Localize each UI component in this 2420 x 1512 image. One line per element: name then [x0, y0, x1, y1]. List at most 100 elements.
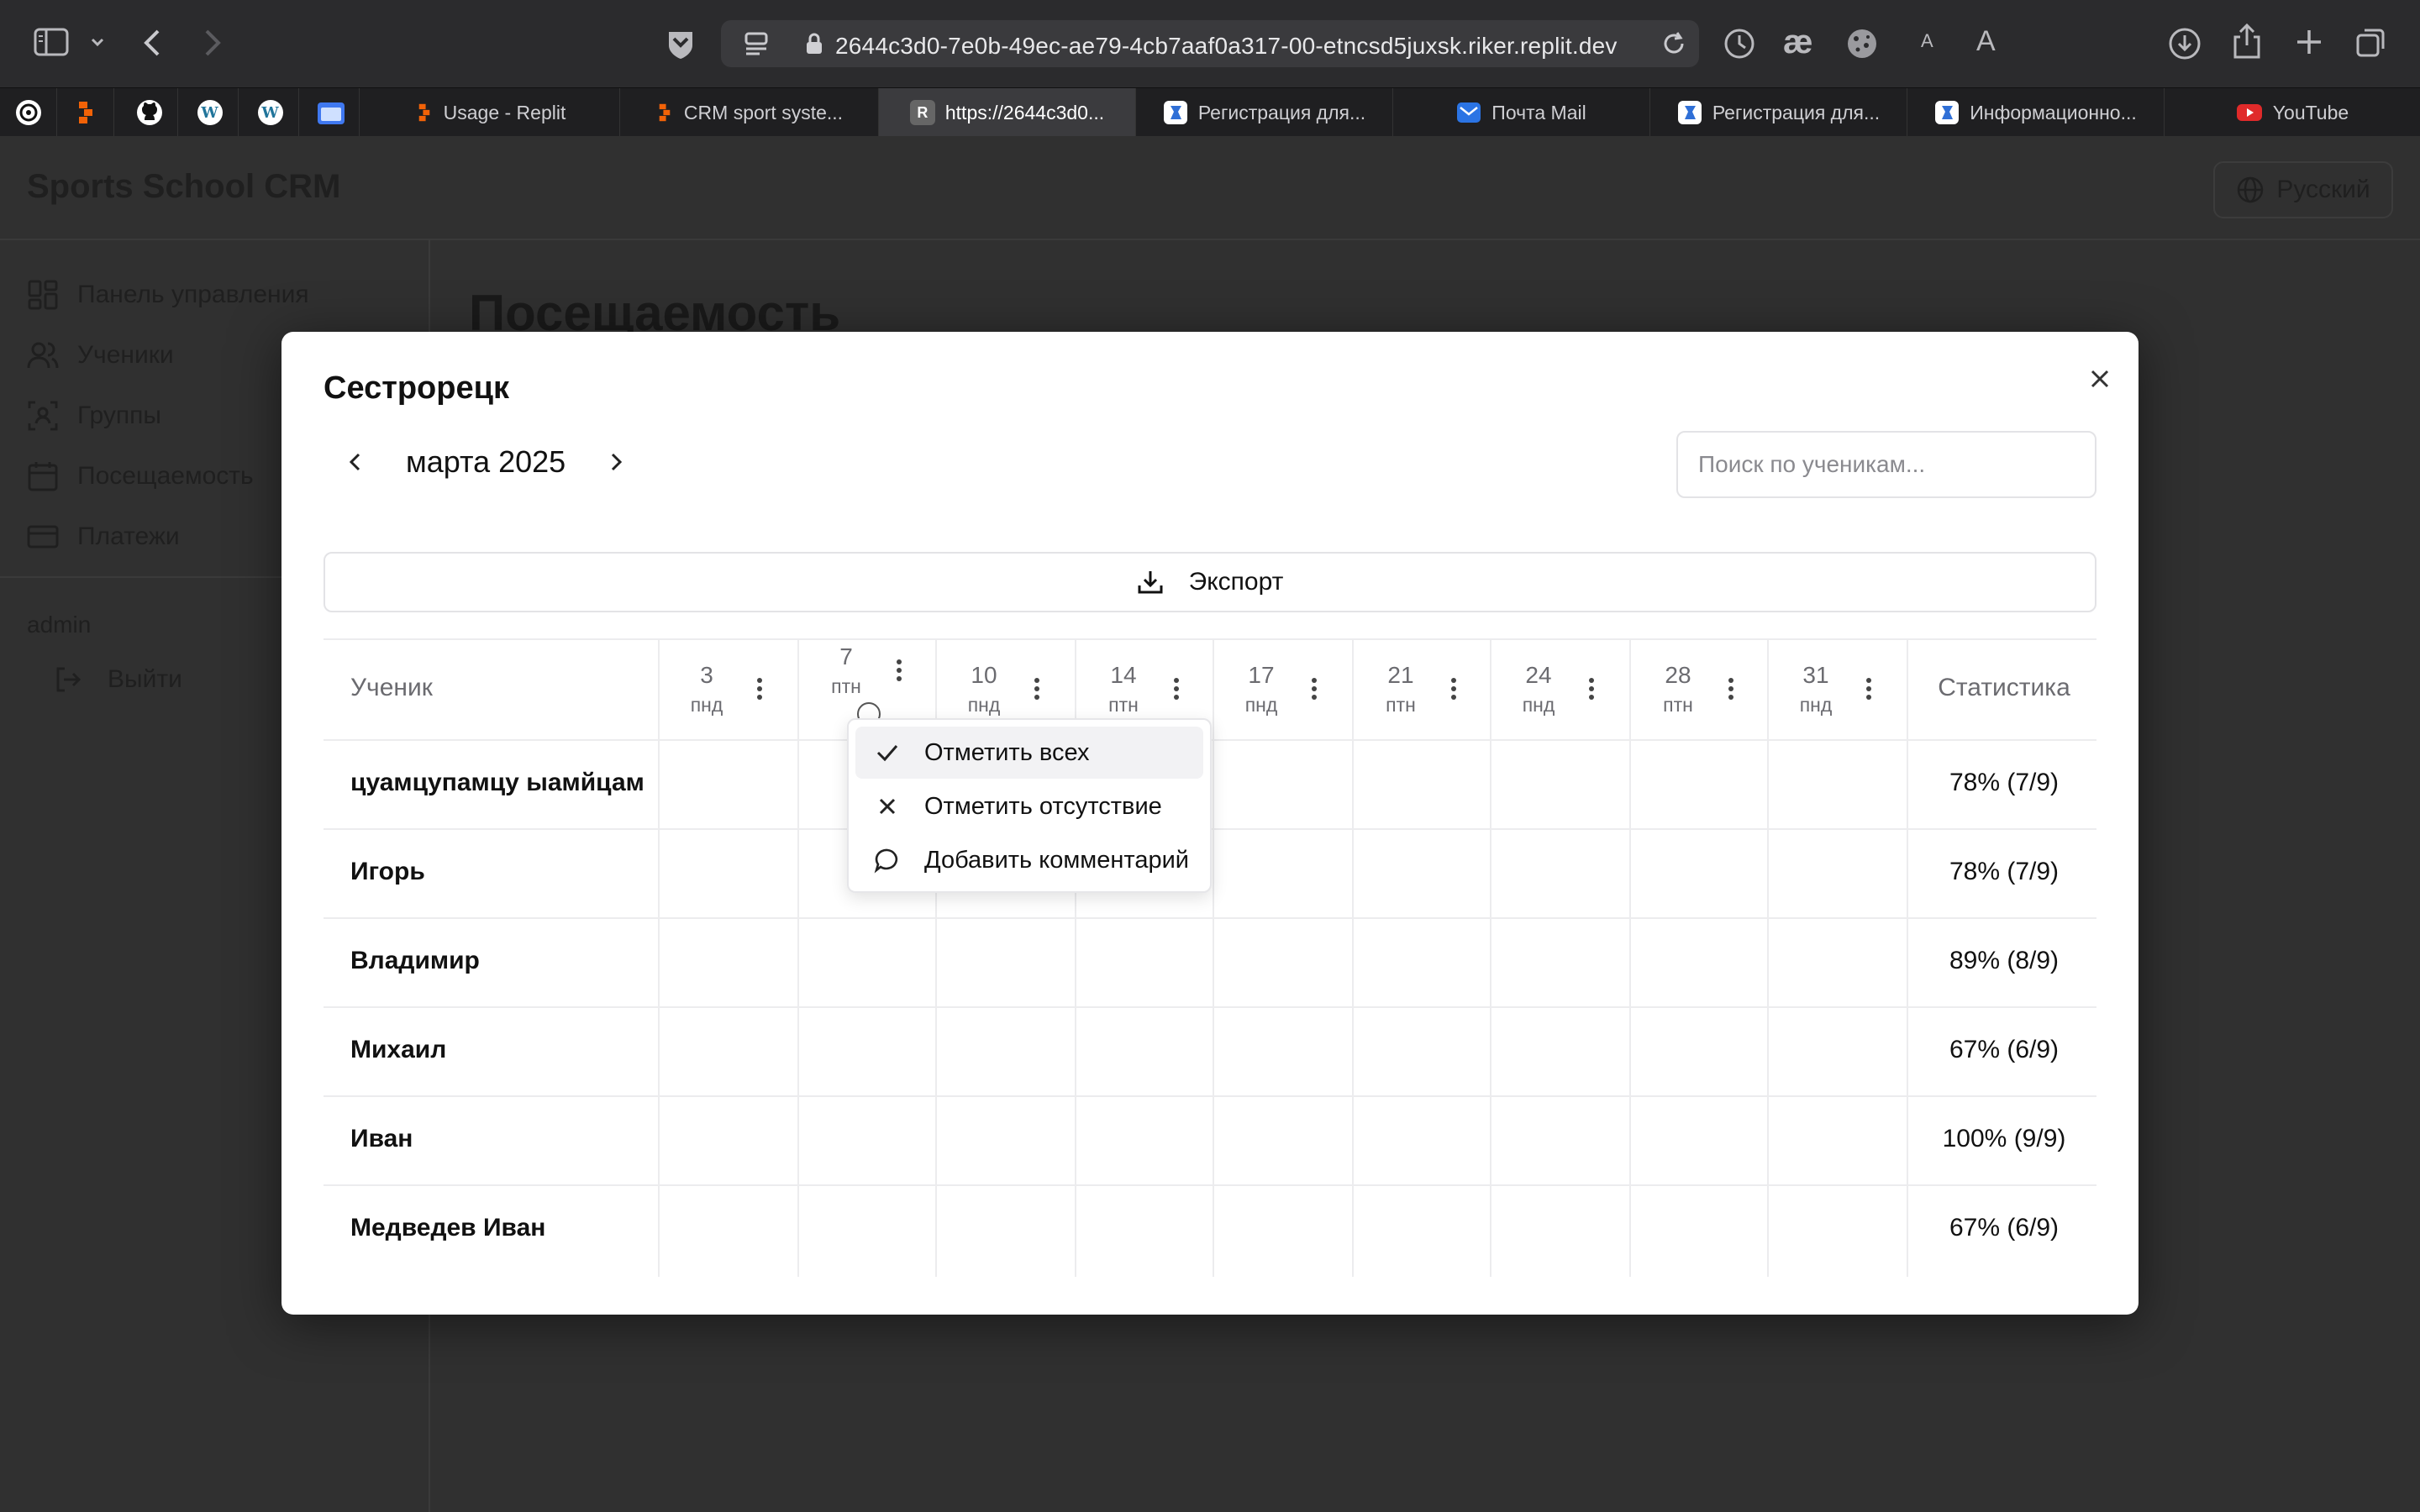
text-smaller-icon[interactable]: A [1921, 30, 1933, 52]
month-navigation: марта 2025 [340, 441, 631, 483]
lock-icon [805, 32, 823, 55]
day-number: 10 [971, 662, 997, 688]
app-header: Sports School CRM Русский [0, 136, 2420, 240]
day-menu-button[interactable] [1856, 670, 1881, 707]
day-column-header: 21 птн [1354, 638, 1491, 739]
day-number: 24 [1525, 662, 1552, 688]
close-button[interactable] [2080, 359, 2120, 399]
chevron-down-icon[interactable] [89, 34, 106, 50]
logout-button[interactable]: Выйти [54, 665, 182, 694]
pinned-tab-replit[interactable] [57, 88, 114, 137]
student-name: Владимир [350, 947, 480, 974]
reload-icon[interactable] [1660, 30, 1687, 57]
logout-label: Выйти [108, 665, 182, 693]
logout-icon [56, 667, 82, 692]
nav-item-dashboard[interactable]: Панель управления [27, 274, 309, 316]
brand-title: Sports School CRM [27, 168, 341, 205]
tab-mail[interactable]: Почта Mail [1393, 88, 1650, 137]
replit-icon [78, 102, 92, 123]
download-icon[interactable] [2168, 27, 2202, 60]
nav-item-attendance[interactable]: Посещаемость [27, 455, 254, 497]
day-menu-button[interactable] [747, 670, 772, 707]
groups-icon [28, 401, 58, 431]
menu-item-mark-all[interactable]: Отметить всех [855, 727, 1203, 779]
header-student: Ученик [350, 674, 433, 701]
tab-label: YouTube [2272, 101, 2349, 123]
next-month-button[interactable] [601, 447, 631, 477]
day-number: 14 [1110, 662, 1137, 688]
day-weekday: пнд [1522, 694, 1555, 716]
nav-item-payments[interactable]: Платежи [27, 516, 180, 558]
day-menu-button[interactable] [1302, 670, 1327, 707]
pinned-tab-files[interactable] [302, 88, 360, 137]
grid-line [324, 917, 2096, 919]
pinned-tab-chatgpt[interactable] [0, 88, 57, 137]
history-icon[interactable] [1723, 27, 1756, 60]
menu-item-label: Отметить отсутствие [924, 792, 1162, 820]
student-search-input[interactable] [1676, 431, 2096, 498]
sidebar-toggle-icon[interactable] [34, 27, 69, 57]
pinned-tab-github[interactable] [121, 88, 178, 137]
nav-item-groups[interactable]: Группы [27, 395, 161, 437]
nav-label: Группы [77, 402, 161, 429]
page-menu-icon[interactable] [743, 30, 770, 57]
chevron-left-icon [349, 453, 360, 471]
more-vertical-icon [1034, 678, 1039, 700]
privacy-shield-icon[interactable] [664, 27, 697, 60]
tab-label: https://2644c3d0... [944, 101, 1105, 123]
cookie-icon[interactable] [1845, 27, 1879, 60]
tab-info[interactable]: Информационно... [1907, 88, 2165, 137]
export-button[interactable]: Экспорт [324, 552, 2096, 612]
tab-bar: W W Usage - Replit CRM sport syste... R … [0, 87, 2420, 137]
menu-item-label: Добавить комментарий [924, 846, 1189, 874]
download-icon [1138, 571, 1163, 594]
more-vertical-icon [1728, 678, 1733, 700]
day-menu-button[interactable] [886, 652, 912, 689]
menu-item-mark-absent[interactable]: Отметить отсутствие [855, 780, 1203, 832]
grid-line [324, 1095, 2096, 1097]
text-larger-icon[interactable]: A [1976, 25, 1996, 58]
url-text: 2644c3d0-7e0b-49ec-ae79-4cb7aaf0a317-00-… [835, 33, 1618, 59]
wordpress-icon: W [197, 100, 223, 125]
menu-item-add-comment[interactable]: Добавить комментарий [855, 834, 1203, 886]
student-stat: 67% (6/9) [1949, 1214, 2060, 1242]
tab-overview-icon[interactable] [2354, 25, 2388, 59]
users-icon [27, 342, 59, 369]
back-icon[interactable] [141, 29, 165, 57]
grid-line [324, 1184, 2096, 1186]
ae-extension-icon[interactable]: æ [1783, 24, 1813, 61]
day-menu-button[interactable] [1164, 670, 1189, 707]
tab-crm-sport[interactable]: CRM sport syste... [620, 88, 879, 137]
prev-month-button[interactable] [340, 447, 371, 477]
gosuslugi-icon [1163, 101, 1187, 124]
day-menu-button[interactable] [1441, 670, 1466, 707]
language-button[interactable]: Русский [2213, 161, 2393, 218]
tab-youtube[interactable]: YouTube [2165, 88, 2420, 137]
calendar-icon [28, 462, 58, 491]
close-icon [2091, 370, 2109, 388]
modal-title: Сестрорецк [324, 370, 509, 406]
tab-usage-replit[interactable]: Usage - Replit [361, 88, 620, 137]
nav-item-students[interactable]: Ученики [27, 334, 174, 376]
tab-registration-2[interactable]: Регистрация для... [1650, 88, 1907, 137]
new-tab-icon[interactable] [2294, 27, 2324, 57]
tab-registration-1[interactable]: Регистрация для... [1136, 88, 1393, 137]
youtube-icon [2236, 104, 2262, 121]
pinned-tab-wordpress-2[interactable]: W [242, 88, 299, 137]
address-bar[interactable]: 2644c3d0-7e0b-49ec-ae79-4cb7aaf0a317-00-… [721, 20, 1699, 67]
comment-icon [871, 847, 904, 874]
day-weekday: птн [1663, 694, 1693, 716]
day-menu-button[interactable] [1718, 670, 1744, 707]
share-icon[interactable] [2232, 24, 2262, 60]
tab-current-app[interactable]: R https://2644c3d0... [879, 88, 1136, 137]
forward-icon[interactable] [200, 29, 224, 57]
nav-label: Платежи [77, 522, 180, 550]
more-vertical-icon [757, 678, 762, 700]
student-name: цуамцупамцу ыамйцам [350, 769, 644, 796]
pinned-tab-wordpress-1[interactable]: W [182, 88, 239, 137]
day-menu-button[interactable] [1579, 670, 1604, 707]
day-menu-button[interactable] [1024, 670, 1050, 707]
day-number: 31 [1802, 662, 1829, 688]
folder-icon [317, 102, 345, 124]
grid-line [1907, 638, 1908, 1277]
